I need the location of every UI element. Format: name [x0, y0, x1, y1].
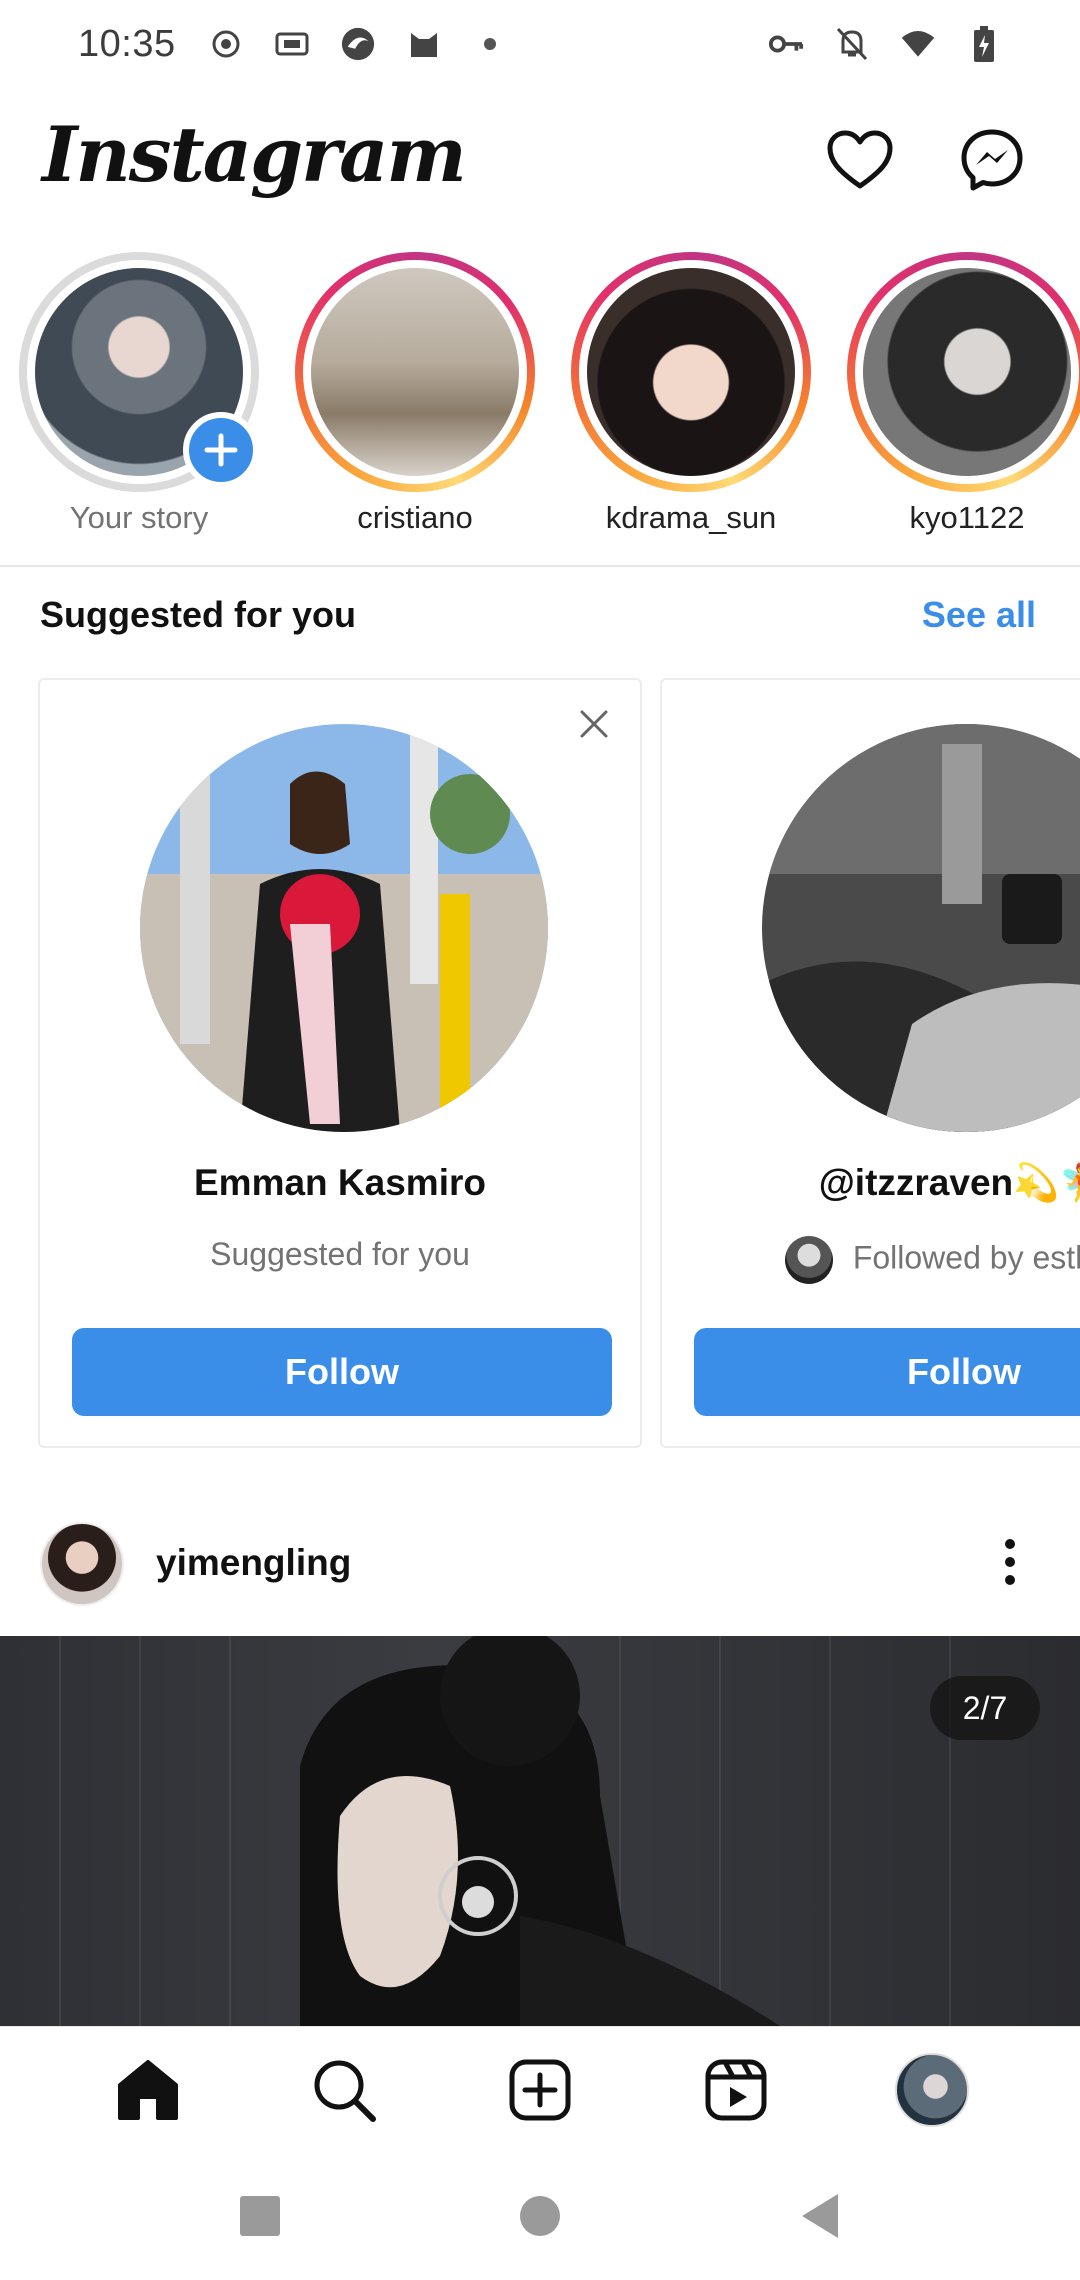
- suggestion-name: @itzzraven💫🧚: [818, 1162, 1080, 1203]
- story-kdrama-sun[interactable]: kdrama_sun: [566, 252, 816, 536]
- profile-nav[interactable]: [892, 2050, 972, 2130]
- story-ring: [847, 252, 1080, 492]
- story-label: kyo1122: [909, 500, 1025, 535]
- wifi-icon: [900, 26, 936, 62]
- suggestion-avatar[interactable]: [140, 724, 548, 1132]
- suggestion-subtitle: Suggested for you: [210, 1236, 470, 1272]
- suggestion-avatar[interactable]: [762, 724, 1080, 1132]
- bottom-nav: [0, 2026, 1080, 2152]
- status-right-icons: [768, 26, 1002, 62]
- back-icon[interactable]: [795, 2191, 845, 2241]
- vpn-key-icon: [768, 26, 804, 62]
- story-label: Your story: [69, 500, 209, 535]
- story-ring: [295, 252, 535, 492]
- story-avatar: [587, 268, 795, 476]
- app-header: Instagram: [0, 100, 1080, 230]
- story-label: cristiano: [357, 500, 473, 535]
- story-cristiano[interactable]: cristiano: [290, 252, 540, 536]
- suggestion-card: @itzzraven💫🧚 Followed by esther_ Follow: [660, 678, 1080, 1448]
- home-circle-icon[interactable]: [515, 2191, 565, 2241]
- story-your-story[interactable]: Your story: [14, 252, 264, 536]
- stories-tray: Your story cristiano kdrama_sun kyo1122: [0, 252, 1080, 552]
- suggestion-subtitle: Followed by esther_: [662, 1236, 1080, 1284]
- bell-off-icon: [834, 26, 870, 62]
- photo-counter: 2/7: [930, 1676, 1040, 1740]
- create-icon[interactable]: [500, 2050, 580, 2130]
- suggested-title: Suggested for you: [40, 594, 357, 635]
- system-nav: [0, 2152, 1080, 2280]
- status-bar: 10:35: [0, 0, 1080, 88]
- profile-avatar: [895, 2052, 969, 2127]
- follow-button[interactable]: Follow: [72, 1328, 612, 1416]
- post-avatar[interactable]: [40, 1522, 124, 1606]
- more-options-icon[interactable]: [980, 1532, 1040, 1592]
- instagram-logo: Instagram: [42, 110, 467, 199]
- story-kyo1122[interactable]: kyo1122: [842, 252, 1080, 536]
- suggestion-card: Emman Kasmiro Suggested for you Follow: [38, 678, 642, 1448]
- record-icon: [208, 26, 244, 62]
- suggested-cards: Emman Kasmiro Suggested for you Follow @…: [0, 678, 1080, 1450]
- browser-icon: [340, 26, 376, 62]
- post-header: yimengling: [0, 1510, 1080, 1620]
- status-left-icons: [208, 26, 508, 62]
- story-label: kdrama_sun: [605, 500, 777, 535]
- search-icon[interactable]: [304, 2050, 384, 2130]
- reels-icon[interactable]: [696, 2050, 776, 2130]
- messenger-icon[interactable]: [956, 124, 1028, 196]
- home-icon[interactable]: [108, 2050, 188, 2130]
- story-ring: [19, 252, 259, 492]
- post-image[interactable]: 2/7: [0, 1636, 1080, 2026]
- suggestion-subtitle-text: Followed by esther_: [852, 1239, 1080, 1276]
- mutual-follower-avatar: [784, 1236, 833, 1284]
- status-time: 10:35: [78, 22, 176, 65]
- story-ring: [571, 252, 811, 492]
- post-username[interactable]: yimengling: [156, 1542, 351, 1584]
- recents-icon[interactable]: [235, 2191, 285, 2241]
- dot-icon: [472, 26, 508, 62]
- divider: [0, 565, 1080, 567]
- close-icon[interactable]: [568, 698, 620, 750]
- iqiyi-icon: [274, 26, 310, 62]
- story-avatar: [863, 268, 1071, 476]
- add-story-button[interactable]: [183, 412, 259, 488]
- suggestion-name: Emman Kasmiro: [194, 1162, 486, 1203]
- follow-button[interactable]: Follow: [694, 1328, 1080, 1416]
- story-avatar: [311, 268, 519, 476]
- see-all-link[interactable]: See all: [922, 594, 1036, 636]
- heart-icon[interactable]: [824, 124, 896, 196]
- battery-charging-icon: [966, 26, 1002, 62]
- cat-icon: [406, 26, 442, 62]
